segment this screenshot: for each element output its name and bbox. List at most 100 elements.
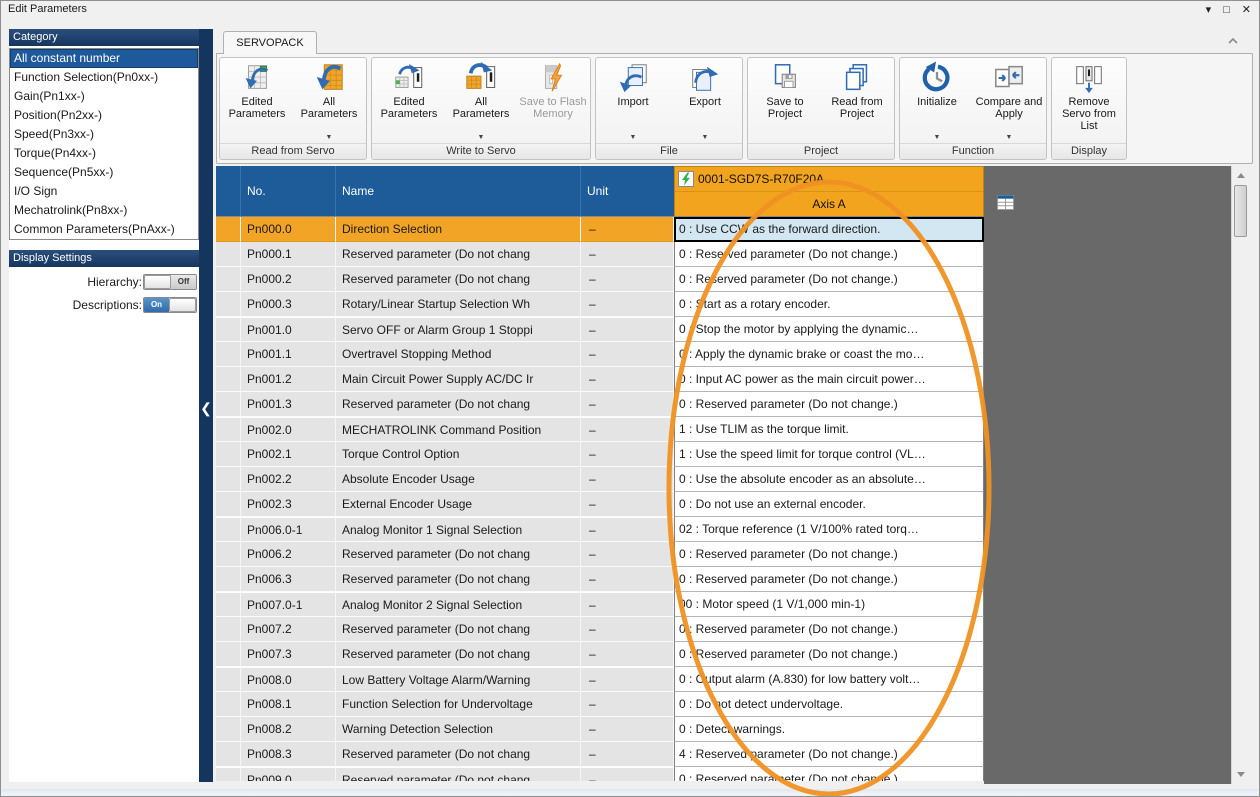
export-button[interactable]: Export ▼ [669, 59, 741, 143]
row-selector[interactable] [216, 542, 241, 567]
value-cell[interactable]: 0 : Do not use an external encoder. [674, 492, 984, 517]
vertical-scrollbar[interactable] [1231, 166, 1249, 784]
value-cell[interactable]: 0 : Apply the dynamic brake or coast the… [674, 342, 984, 367]
dropdown-arrow-icon[interactable]: ▼ [934, 134, 941, 143]
category-item-speed-pn3xx[interactable]: Speed(Pn3xx-) [10, 125, 198, 144]
column-header-no: No. [241, 166, 336, 216]
row-selector[interactable] [216, 742, 241, 767]
write-edited-parameters-button[interactable]: Edited Parameters [373, 59, 445, 143]
dropdown-arrow-icon[interactable]: ▼ [326, 134, 333, 143]
hierarchy-toggle-state: Off [171, 275, 196, 289]
row-selector[interactable] [216, 267, 241, 292]
param-unit: – [581, 767, 674, 781]
row-selector[interactable] [216, 667, 241, 692]
row-selector[interactable] [216, 217, 241, 242]
category-item-function-selection-pn0xx[interactable]: Function Selection(Pn0xx-) [10, 68, 198, 87]
row-selector[interactable] [216, 342, 241, 367]
value-cell[interactable]: 0 : Output alarm (A.830) for low battery… [674, 667, 984, 692]
close-icon[interactable]: ✕ [1242, 2, 1251, 18]
row-selector[interactable] [216, 367, 241, 392]
value-cell[interactable]: 0 : Reserved parameter (Do not change.) [674, 567, 984, 592]
value-cell[interactable]: 0 : Stop the motor by applying the dynam… [674, 317, 984, 342]
category-item-position-pn2xx[interactable]: Position(Pn2xx-) [10, 106, 198, 125]
hierarchy-toggle[interactable]: Off [143, 274, 197, 290]
compare-and-apply-icon [992, 61, 1026, 95]
value-cell[interactable]: 0 : Detect warnings. [674, 717, 984, 742]
write-all-parameters-button[interactable]: All Parameters ▼ [445, 59, 517, 143]
value-cell[interactable]: 0 : Use CCW as the forward direction. [674, 217, 984, 242]
value-cell[interactable]: 0 : Do not detect undervoltage. [674, 692, 984, 717]
param-unit: – [581, 467, 674, 492]
row-selector[interactable] [216, 442, 241, 467]
value-cell[interactable]: 0 : Reserved parameter (Do not change.) [674, 542, 984, 567]
row-selector[interactable] [216, 592, 241, 617]
row-selector[interactable] [216, 242, 241, 267]
category-item-sequence-pn5xx[interactable]: Sequence(Pn5xx-) [10, 163, 198, 182]
value-cell[interactable]: 4 : Reserved parameter (Do not change.) [674, 742, 984, 767]
value-cell[interactable]: 1 : Use the speed limit for torque contr… [674, 442, 984, 467]
value-cell[interactable]: 0 : Start as a rotary encoder. [674, 292, 984, 317]
param-no: Pn007.2 [241, 617, 336, 642]
maximize-icon[interactable]: □ [1223, 2, 1230, 18]
value-cell[interactable]: 0 : Reserved parameter (Do not change.) [674, 617, 984, 642]
row-selector[interactable] [216, 517, 241, 542]
row-selector[interactable] [216, 467, 241, 492]
remove-servo-from-list-button[interactable]: Remove Servo from List [1053, 59, 1125, 143]
param-unit: – [581, 267, 674, 292]
read-edited-parameters-button[interactable]: Edited Parameters [221, 59, 293, 143]
value-cell[interactable]: 0 : Reserved parameter (Do not change.) [674, 767, 984, 781]
row-selector[interactable] [216, 392, 241, 417]
scrollbar-thumb[interactable] [1234, 185, 1247, 237]
window-menu-icon[interactable]: ▾ [1206, 2, 1212, 18]
scroll-down-icon[interactable] [1234, 768, 1247, 781]
value-cell[interactable]: 1 : Use TLIM as the torque limit. [674, 417, 984, 442]
value-cell[interactable]: 0 : Reserved parameter (Do not change.) [674, 642, 984, 667]
table-row: Pn007.2 Reserved parameter (Do not chang –… [216, 617, 984, 642]
dropdown-arrow-icon[interactable]: ▼ [478, 134, 485, 143]
row-selector[interactable] [216, 642, 241, 667]
save-to-project-button[interactable]: Save to Project [749, 59, 821, 143]
row-selector[interactable] [216, 717, 241, 742]
dropdown-arrow-icon[interactable]: ▼ [1006, 134, 1013, 143]
row-selector[interactable] [216, 692, 241, 717]
servo-column-header[interactable]: 0001-SGD7S-R70F20A Axis A [674, 166, 984, 216]
dropdown-arrow-icon[interactable]: ▼ [630, 134, 637, 143]
value-cell[interactable]: 0 : Reserved parameter (Do not change.) [674, 267, 984, 292]
category-item-torque-pn4xx[interactable]: Torque(Pn4xx-) [10, 144, 198, 163]
tab-servopack[interactable]: SERVOPACK [223, 31, 317, 54]
row-selector[interactable] [216, 492, 241, 517]
category-item-common-parameters-pnaxx[interactable]: Common Parameters(PnAxx-) [10, 220, 198, 239]
compare-and-apply-button[interactable]: Compare and Apply ▼ [973, 59, 1045, 143]
scroll-up-icon[interactable] [1234, 169, 1247, 182]
panel-splitter[interactable]: ❮ [199, 29, 213, 782]
dropdown-arrow-icon[interactable]: ▼ [702, 134, 709, 143]
value-cell[interactable]: 00 : Motor speed (1 V/1,000 min-1) [674, 592, 984, 617]
category-item-mechatrolink-pn8xx[interactable]: Mechatrolink(Pn8xx-) [10, 201, 198, 220]
read-all-parameters-button[interactable]: All Parameters ▼ [293, 59, 365, 143]
category-item-i-o-sign[interactable]: I/O Sign [10, 182, 198, 201]
row-selector[interactable] [216, 417, 241, 442]
initialize-button[interactable]: Initialize ▼ [901, 59, 973, 143]
value-cell[interactable]: 0 : Use the absolute encoder as an absol… [674, 467, 984, 492]
category-item-all-constant-number[interactable]: All constant number [10, 49, 198, 68]
value-cell[interactable]: 0 : Reserved parameter (Do not change.) [674, 242, 984, 267]
ribbon-group-function: Initialize ▼ Compare and Apply ▼ Function [899, 57, 1047, 160]
read-from-project-button[interactable]: Read from Project [821, 59, 893, 143]
button-label: Import [617, 96, 649, 108]
row-selector[interactable] [216, 292, 241, 317]
row-selector[interactable] [216, 567, 241, 592]
value-cell[interactable]: 0 : Reserved parameter (Do not change.) [674, 392, 984, 417]
row-selector[interactable] [216, 617, 241, 642]
collapse-left-panel-icon[interactable]: ❮ [200, 397, 212, 419]
param-name: Servo OFF or Alarm Group 1 Stoppi [336, 317, 581, 342]
collapse-ribbon-icon[interactable] [1225, 34, 1241, 48]
row-selector[interactable] [216, 317, 241, 342]
param-name: Warning Detection Selection [336, 717, 581, 742]
value-cell[interactable]: 02 : Torque reference (1 V/100% rated to… [674, 517, 984, 542]
value-cell[interactable]: 0 : Input AC power as the main circuit p… [674, 367, 984, 392]
write-all-parameters-icon [464, 61, 498, 95]
row-selector[interactable] [216, 767, 241, 781]
descriptions-toggle[interactable]: On [143, 297, 197, 313]
import-button[interactable]: Import ▼ [597, 59, 669, 143]
category-item-gain-pn1xx[interactable]: Gain(Pn1xx-) [10, 87, 198, 106]
